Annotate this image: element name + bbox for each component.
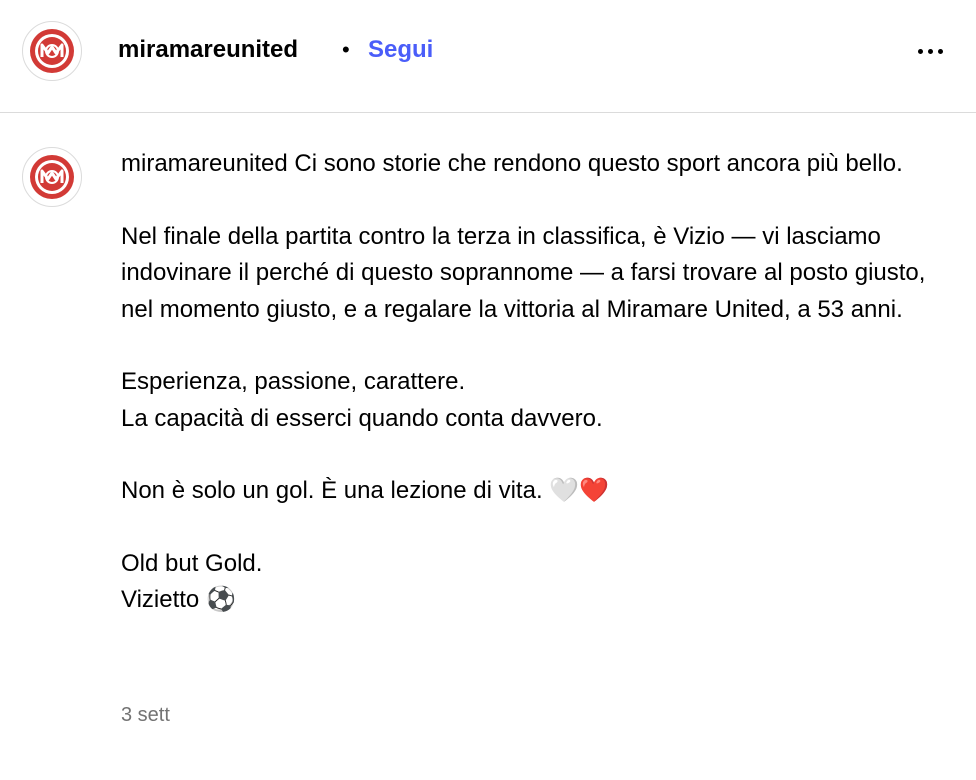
- club-logo-icon: [30, 155, 74, 199]
- caption-line: Esperienza, passione, carattere.: [121, 368, 466, 395]
- caption-paragraph: Nel finale della partita contro la terza…: [121, 222, 926, 323]
- post-timestamp[interactable]: 3 sett: [121, 702, 170, 728]
- more-dot: [937, 48, 943, 54]
- separator-dot: •: [342, 37, 350, 62]
- post-header: miramareunited • Segui: [0, 0, 976, 113]
- more-dot: [917, 48, 923, 54]
- caption-avatar[interactable]: [22, 147, 82, 207]
- caption-line: miramareunited Ci sono storie che rendon…: [121, 146, 941, 183]
- profile-avatar[interactable]: [22, 21, 82, 81]
- caption-line: La capacità di esserci quando conta davv…: [121, 404, 603, 432]
- follow-button[interactable]: Segui: [368, 33, 433, 67]
- more-dot: [927, 48, 933, 54]
- more-options-icon[interactable]: [910, 36, 950, 66]
- caption-line: Old but Gold.: [121, 549, 263, 577]
- caption-username[interactable]: miramareunited: [121, 150, 288, 177]
- caption-line: Vizietto ⚽: [121, 586, 236, 613]
- header-username[interactable]: miramareunited: [118, 33, 298, 67]
- caption-line: Non è solo un gol. È una lezione di vita…: [121, 477, 610, 504]
- caption-text-line: Ci sono storie che rendono questo sport …: [294, 150, 903, 177]
- club-logo-icon: [30, 29, 74, 73]
- caption-text: miramareunited Ci sono storie che rendon…: [121, 146, 941, 619]
